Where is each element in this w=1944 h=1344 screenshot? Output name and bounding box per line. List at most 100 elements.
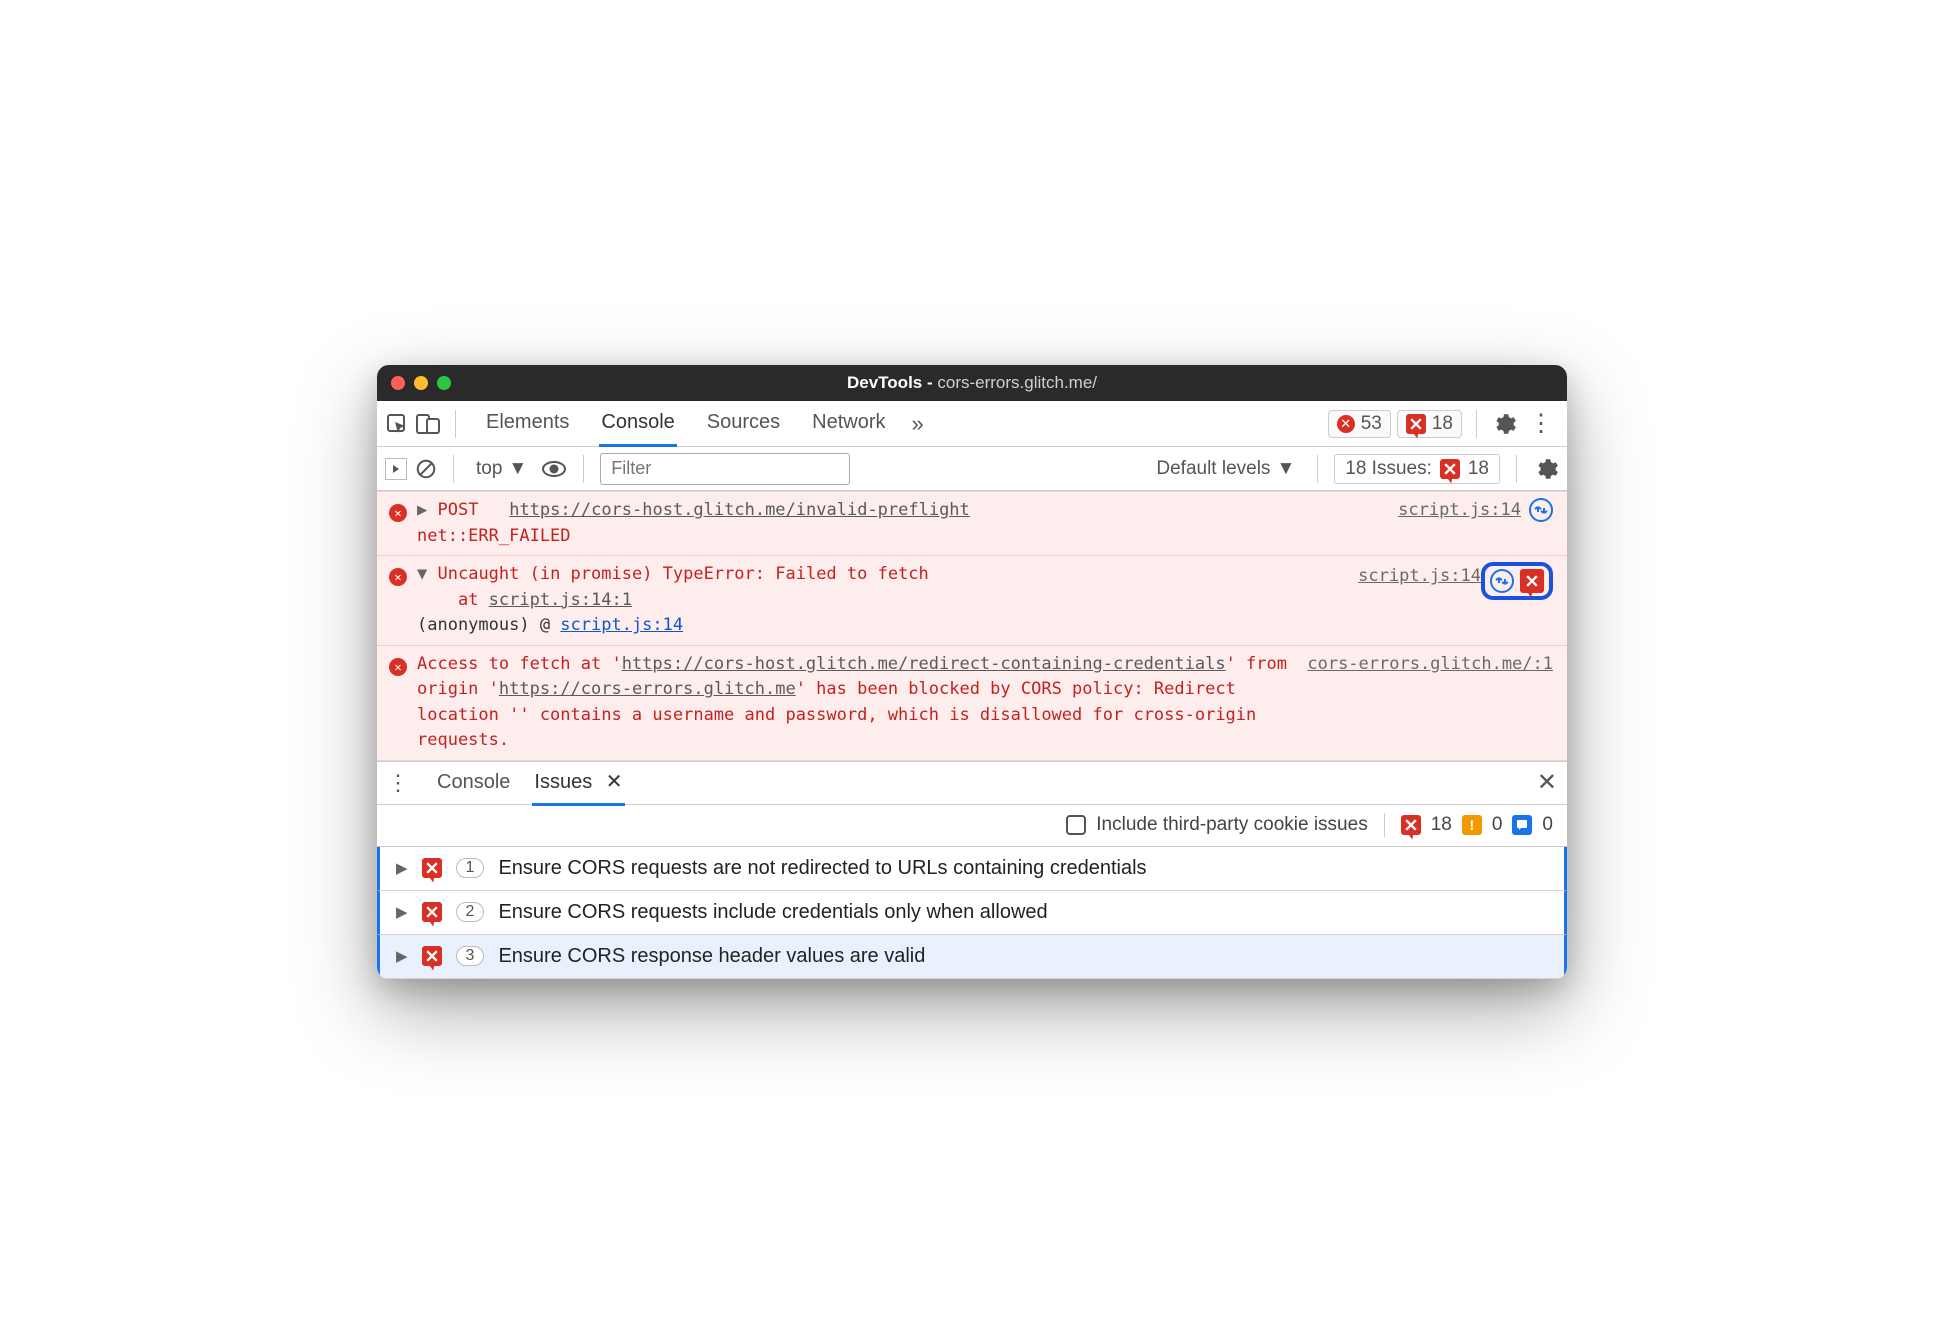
issue-count-pill: 1 [456,858,485,878]
network-request-icon[interactable] [1490,569,1514,593]
tab-elements[interactable]: Elements [484,401,571,447]
main-toolbar: Elements Console Sources Network » ✕ 53 … [377,401,1567,447]
console-message: ▶ POST https://cors-host.glitch.me/inval… [417,498,1388,549]
drawer-tab-issues[interactable]: Issues ✕ [532,760,624,806]
issue-icon [1406,414,1426,434]
error-count-badge[interactable]: ✕ 53 [1328,410,1391,438]
error-status: net::ERR_FAILED [417,526,571,546]
expand-toggle[interactable]: ▶ [396,859,408,877]
issue-icon [1440,459,1460,479]
clear-console-icon[interactable] [415,458,437,480]
issue-count-pill: 2 [456,902,485,922]
issue-row[interactable]: ▶ 3 Ensure CORS response header values a… [377,935,1567,979]
drawer-tab-issues-label: Issues [534,771,592,793]
toolbar-divider [1476,410,1477,438]
issue-count: 18 [1432,413,1453,435]
title-prefix: DevTools - [847,373,937,392]
toolbar-divider [1317,455,1318,483]
source-link[interactable]: script.js:14 [1388,498,1521,549]
title-url: cors-errors.glitch.me/ [937,373,1097,392]
include-third-party-checkbox[interactable] [1066,815,1086,835]
expand-toggle[interactable]: ▶ [396,947,408,965]
console-toolbar: top ▼ Default levels ▼ 18 Issues: 18 [377,447,1567,491]
source-link[interactable]: script.js:14 [1348,564,1481,590]
request-url[interactable]: https://cors-host.glitch.me/invalid-pref… [509,500,970,520]
drawer-tab-console[interactable]: Console [435,762,512,803]
issue-title: Ensure CORS response header values are v… [498,945,925,968]
expand-toggle[interactable]: ▶ [396,903,408,921]
drawer-menu-icon[interactable]: ⋮ [387,770,415,796]
source-link[interactable]: cors-errors.glitch.me/:1 [1297,652,1553,678]
inspect-element-icon[interactable] [385,412,409,436]
issue-count-badge[interactable]: 18 [1397,410,1462,438]
toolbar-divider [453,455,454,483]
toolbar-divider [583,455,584,483]
console-message: Access to fetch at 'https://cors-host.gl… [417,652,1297,754]
drawer-close-icon[interactable]: ✕ [1537,768,1557,797]
filter-input[interactable] [600,453,850,485]
error-count: 53 [1361,413,1382,435]
context-selector[interactable]: top ▼ [470,458,533,480]
issue-error-icon [1401,815,1421,835]
dropdown-caret-icon: ▼ [508,458,527,480]
tab-sources[interactable]: Sources [705,401,782,447]
issue-icon [422,858,442,878]
log-levels-selector[interactable]: Default levels ▼ [1150,458,1301,480]
sidebar-toggle-icon[interactable] [385,458,407,480]
close-tab-icon[interactable]: ✕ [606,771,623,793]
stack-at: at [458,590,489,610]
maximize-window-button[interactable] [437,376,451,390]
device-toggle-icon[interactable] [415,412,441,436]
console-error-row[interactable]: ✕ Access to fetch at 'https://cors-host.… [377,646,1567,761]
issue-row[interactable]: ▶ 1 Ensure CORS requests are not redirec… [377,847,1567,891]
issues-label: 18 Issues: [1345,458,1432,480]
console-settings-icon[interactable] [1533,456,1559,482]
error-badge-icon: ✕ [389,564,407,590]
tab-network[interactable]: Network [810,401,887,447]
issue-icon[interactable] [1520,569,1544,593]
expand-toggle[interactable]: ▼ [417,564,427,584]
toolbar-divider [1516,455,1517,483]
context-label: top [476,458,502,480]
issue-row[interactable]: ▶ 2 Ensure CORS requests include credent… [377,891,1567,935]
issues-count: 18 [1468,458,1489,480]
highlighted-issue-callout [1481,562,1553,600]
window-title: DevTools - cors-errors.glitch.me/ [847,373,1097,393]
console-message: ▼ Uncaught (in promise) TypeError: Faile… [417,562,1348,639]
console-error-row[interactable]: ✕ ▶ POST https://cors-host.glitch.me/inv… [377,491,1567,556]
live-expression-icon[interactable] [541,459,567,479]
include-third-party-label: Include third-party cookie issues [1096,814,1367,836]
error-badge-icon: ✕ [389,500,407,526]
toolbar-divider [1384,813,1385,837]
network-request-icon[interactable] [1529,498,1553,522]
console-error-row[interactable]: ✕ ▼ Uncaught (in promise) TypeError: Fai… [377,556,1567,646]
cors-url-2[interactable]: https://cors-errors.glitch.me [499,679,796,699]
window-titlebar: DevTools - cors-errors.glitch.me/ [377,365,1567,401]
http-method: POST [438,500,479,520]
toolbar-divider [455,410,456,438]
close-window-button[interactable] [391,376,405,390]
issues-button[interactable]: 18 Issues: 18 [1334,454,1500,484]
issue-title: Ensure CORS requests include credentials… [498,901,1047,924]
issue-info-count: 0 [1542,814,1553,836]
settings-icon[interactable] [1491,411,1517,437]
error-icon: ✕ [1337,415,1355,433]
expand-toggle[interactable]: ▶ [417,500,427,520]
traffic-lights [391,376,451,390]
error-badge-icon: ✕ [389,654,407,680]
minimize-window-button[interactable] [414,376,428,390]
issue-warn-icon: ! [1462,815,1482,835]
more-menu-icon[interactable]: ⋮ [1523,409,1559,438]
drawer-tabstrip: ⋮ Console Issues ✕ ✕ [377,761,1567,805]
stack-link[interactable]: script.js:14:1 [489,590,632,610]
issue-count-pill: 3 [456,946,485,966]
tab-console[interactable]: Console [599,401,676,447]
issues-list: ▶ 1 Ensure CORS requests are not redirec… [377,847,1567,979]
anonymous-link[interactable]: script.js:14 [560,615,683,635]
error-message: Uncaught (in promise) TypeError: Failed … [438,564,929,584]
cors-url-1[interactable]: https://cors-host.glitch.me/redirect-con… [622,654,1226,674]
main-tabs: Elements Console Sources Network [470,401,888,447]
anonymous-label: (anonymous) @ [417,615,560,635]
issues-toolbar: Include third-party cookie issues 18 ! 0… [377,805,1567,847]
more-tabs-chevron[interactable]: » [912,411,924,437]
